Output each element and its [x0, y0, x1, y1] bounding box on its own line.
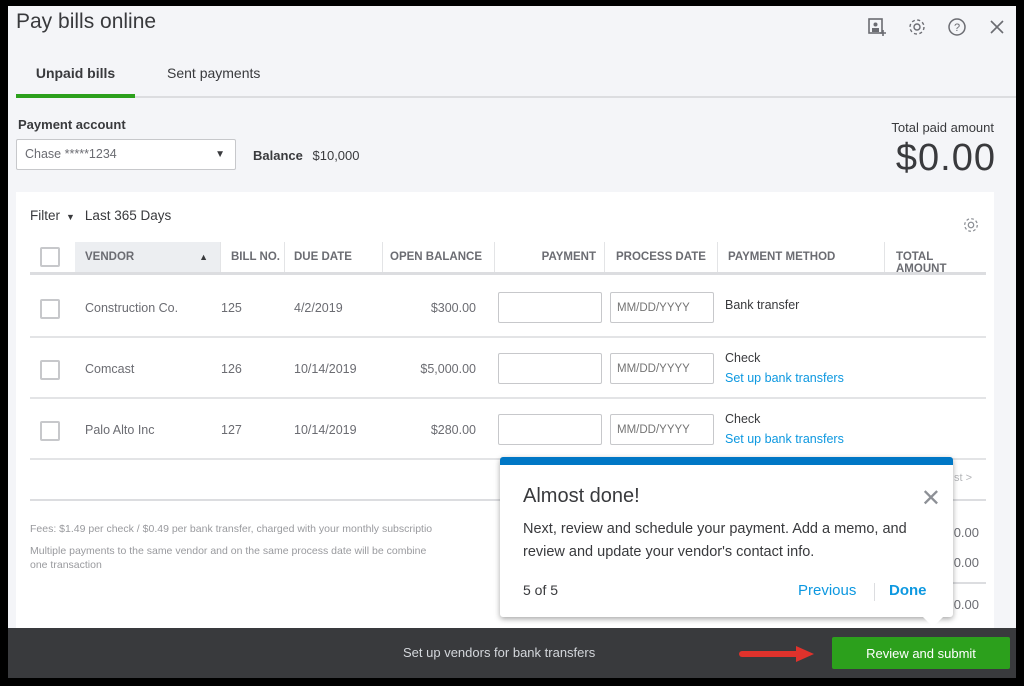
col-process-date[interactable]: PROCESS DATE — [605, 242, 718, 272]
tab-sent-payments[interactable]: Sent payments — [149, 58, 278, 98]
vendor-name: Palo Alto Inc — [85, 423, 155, 437]
divider — [874, 583, 875, 601]
payment-account-label: Payment account — [18, 117, 126, 132]
popup-close-icon[interactable]: ✕ — [921, 487, 941, 511]
bill-no: 127 — [221, 423, 242, 437]
combined-note-2: one transaction — [30, 559, 102, 571]
col-vendor[interactable]: VENDOR ▲ — [75, 242, 221, 272]
window-toolbar: ? — [866, 16, 1008, 38]
col-due-date[interactable]: DUE DATE — [285, 242, 383, 272]
vendor-name: Construction Co. — [85, 301, 179, 315]
payment-account-select[interactable]: Chase *****1234 ▼ — [16, 139, 236, 170]
row-checkbox[interactable] — [40, 421, 60, 441]
filter-label: Filter — [30, 208, 60, 223]
col-total-amount[interactable]: TOTAL AMOUNT — [885, 242, 986, 275]
balance: Balance $10,000 — [253, 148, 360, 163]
row-checkbox[interactable] — [40, 299, 60, 319]
gear-icon[interactable] — [906, 16, 928, 38]
balance-label: Balance — [253, 148, 303, 163]
tour-popup: Almost done! ✕ Next, review and schedule… — [500, 457, 953, 627]
popup-body: Next, review and schedule your payment. … — [523, 521, 907, 560]
select-all-cell — [30, 242, 75, 272]
chevron-down-icon: ▼ — [215, 149, 225, 160]
due-date: 4/2/2019 — [294, 301, 343, 315]
payment-input[interactable] — [498, 353, 602, 384]
open-balance: $280.00 — [430, 423, 476, 437]
sort-ascending-icon: ▲ — [199, 252, 208, 262]
setup-vendors-link[interactable]: Set up vendors for bank transfers — [403, 645, 595, 660]
bill-no: 125 — [221, 301, 242, 315]
red-arrow-annotation — [739, 646, 814, 662]
combined-note: Multiple payments to the same vendor and… — [30, 545, 427, 557]
tab-bar: Unpaid bills Sent payments — [16, 58, 1016, 98]
pagination-next[interactable]: st > — [954, 472, 972, 484]
popup-title: Almost done! — [523, 485, 640, 507]
balance-value: $10,000 — [312, 148, 360, 163]
select-all-checkbox[interactable] — [40, 247, 60, 267]
bill-no: 126 — [221, 362, 242, 376]
process-date-input[interactable] — [610, 292, 714, 323]
table-row: Construction Co. 125 4/2/2019 $300.00 Ba… — [30, 277, 986, 338]
setup-bank-transfers-link[interactable]: Set up bank transfers — [725, 371, 844, 385]
due-date: 10/14/2019 — [294, 423, 357, 437]
popup-step-counter: 5 of 5 — [523, 582, 559, 598]
help-icon[interactable]: ? — [946, 16, 968, 38]
subtotal-amount: 0.00 — [953, 525, 979, 540]
payment-input[interactable] — [498, 414, 602, 445]
chevron-down-icon: ▼ — [66, 212, 75, 222]
col-payment-method[interactable]: PAYMENT METHOD — [718, 242, 885, 272]
vendor-name: Comcast — [85, 362, 135, 376]
svg-text:?: ? — [954, 22, 960, 34]
popup-previous-button[interactable]: Previous — [798, 582, 856, 599]
footer-bar: Set up vendors for bank transfers Review… — [8, 628, 1016, 678]
popup-pointer — [923, 617, 943, 627]
payment-input[interactable] — [498, 292, 602, 323]
total-paid-value: $0.00 — [895, 137, 996, 179]
open-balance: $300.00 — [430, 301, 476, 315]
table-settings-gear-icon[interactable] — [962, 216, 980, 239]
table-row: Palo Alto Inc 127 10/14/2019 $280.00 Che… — [30, 399, 986, 460]
page-title: Pay bills online — [16, 10, 157, 33]
filter-value: Last 365 Days — [84, 208, 172, 223]
due-date: 10/14/2019 — [294, 362, 357, 376]
close-icon[interactable] — [986, 16, 1008, 38]
fees-note: Fees: $1.49 per check / $0.49 per bank t… — [30, 523, 433, 535]
open-balance: $5,000.00 — [420, 362, 476, 376]
payment-method: Check — [725, 351, 761, 365]
table-row: Comcast 126 10/14/2019 $5,000.00 Check S… — [30, 338, 986, 399]
process-date-input[interactable] — [610, 414, 714, 445]
process-date-input[interactable] — [610, 353, 714, 384]
add-contact-icon[interactable] — [866, 16, 888, 38]
col-open-balance[interactable]: OPEN BALANCE — [383, 242, 495, 272]
tab-unpaid-bills[interactable]: Unpaid bills — [16, 58, 135, 98]
grand-total-amount: 0.00 — [953, 597, 979, 612]
col-bill-no[interactable]: BILL NO. — [221, 242, 285, 272]
table-header: VENDOR ▲ BILL NO. DUE DATE OPEN BALANCE P… — [30, 242, 986, 275]
review-and-submit-button[interactable]: Review and submit — [832, 637, 1010, 669]
fees-amount: 0.00 — [953, 555, 979, 570]
payment-method: Check — [725, 412, 761, 426]
col-payment[interactable]: PAYMENT — [495, 242, 605, 272]
payment-account-value: Chase *****1234 — [25, 147, 117, 161]
fee-notes: Fees: $1.49 per check / $0.49 per bank t… — [30, 522, 500, 572]
row-checkbox[interactable] — [40, 360, 60, 380]
popup-done-button[interactable]: Done — [889, 582, 927, 599]
total-paid-label: Total paid amount — [891, 120, 994, 135]
filter[interactable]: Filter ▼ Last 365 Days — [30, 208, 171, 223]
payment-method: Bank transfer — [725, 298, 800, 312]
setup-bank-transfers-link[interactable]: Set up bank transfers — [725, 432, 844, 446]
